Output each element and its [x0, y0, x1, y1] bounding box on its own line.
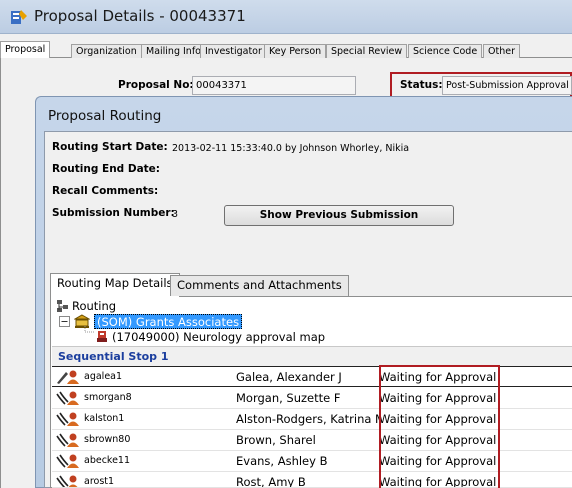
tab-proposal[interactable]: Proposal	[0, 41, 51, 59]
approver-name: Galea, Alexander J	[236, 370, 342, 384]
tab-routing-map-details[interactable]: Routing Map Details	[50, 273, 180, 297]
app-icon	[11, 10, 27, 24]
approver-user-id: smorgan8	[84, 392, 132, 403]
approver-name: Rost, Amy B	[236, 475, 306, 488]
tab-investigator[interactable]: Investigator	[200, 44, 267, 58]
tab-key-person[interactable]: Key Person	[264, 44, 327, 58]
approver-user-icon	[56, 412, 79, 426]
proposal-number-label: Proposal No:	[118, 79, 194, 91]
status-column-highlight-box	[379, 365, 500, 488]
tree-unit-grants-associates[interactable]: (SOM) Grants Associates	[94, 314, 243, 329]
window-title-bar: Proposal Details - 00043371	[0, 0, 572, 34]
routing-start-date-value: 2013-02-11 15:33:40.0 by Johnson Whorley…	[172, 143, 410, 154]
proposal-tab-bar: Proposal Organization Mailing Info Inves…	[0, 34, 572, 59]
approver-user-icon	[56, 391, 79, 405]
approver-user-id: arost1	[84, 476, 115, 487]
sequential-stop-label: Sequential Stop 1	[58, 350, 169, 363]
tree-connector	[84, 326, 95, 333]
tree-root-routing[interactable]: Routing	[72, 299, 116, 313]
approver-name: Alston-Rodgers, Katrina M	[236, 412, 379, 426]
proposal-number-field[interactable]: 00043371	[192, 76, 356, 95]
routing-end-date-label: Routing End Date:	[52, 163, 160, 175]
approver-name: Morgan, Suzette F	[236, 391, 341, 405]
recall-comments-label: Recall Comments:	[52, 185, 159, 197]
routing-start-date-label: Routing Start Date:	[52, 141, 168, 153]
approver-name: Brown, Sharel	[236, 433, 316, 447]
tab-special-review[interactable]: Special Review	[326, 44, 408, 58]
window-title: Proposal Details - 00043371	[34, 7, 246, 25]
status-label: Status:	[400, 79, 443, 91]
approval-map-icon	[97, 331, 107, 342]
approver-user-icon	[56, 433, 79, 447]
routing-dialog-title: Proposal Routing	[48, 108, 162, 124]
approver-user-id: kalston1	[84, 413, 125, 424]
show-previous-submission-button[interactable]: Show Previous Submission	[224, 205, 454, 226]
collapse-icon[interactable]	[59, 316, 70, 327]
tree-approval-map[interactable]: (17049000) Neurology approval map	[112, 330, 325, 344]
approver-name: Evans, Ashley B	[236, 454, 328, 468]
approver-user-icon	[56, 475, 78, 487]
tab-other[interactable]: Other	[483, 44, 520, 58]
approver-user-id: sbrown80	[84, 434, 131, 445]
approver-user-id: agalea1	[84, 371, 123, 382]
tab-comments-attachments[interactable]: Comments and Attachments	[170, 275, 349, 296]
submission-number-label: Submission Number:	[52, 207, 175, 219]
approver-user-icon	[56, 454, 79, 468]
status-field[interactable]: Post-Submission Approval	[442, 76, 572, 95]
approver-user-id: abecke11	[84, 455, 131, 466]
submission-number-value: 3	[172, 209, 179, 220]
tab-science-code[interactable]: Science Code	[408, 44, 483, 58]
approver-pencil-user-icon	[57, 370, 79, 384]
tab-mailing-info[interactable]: Mailing Info	[141, 44, 206, 58]
routing-tree-icon	[57, 300, 68, 312]
tab-organization[interactable]: Organization	[71, 44, 142, 58]
